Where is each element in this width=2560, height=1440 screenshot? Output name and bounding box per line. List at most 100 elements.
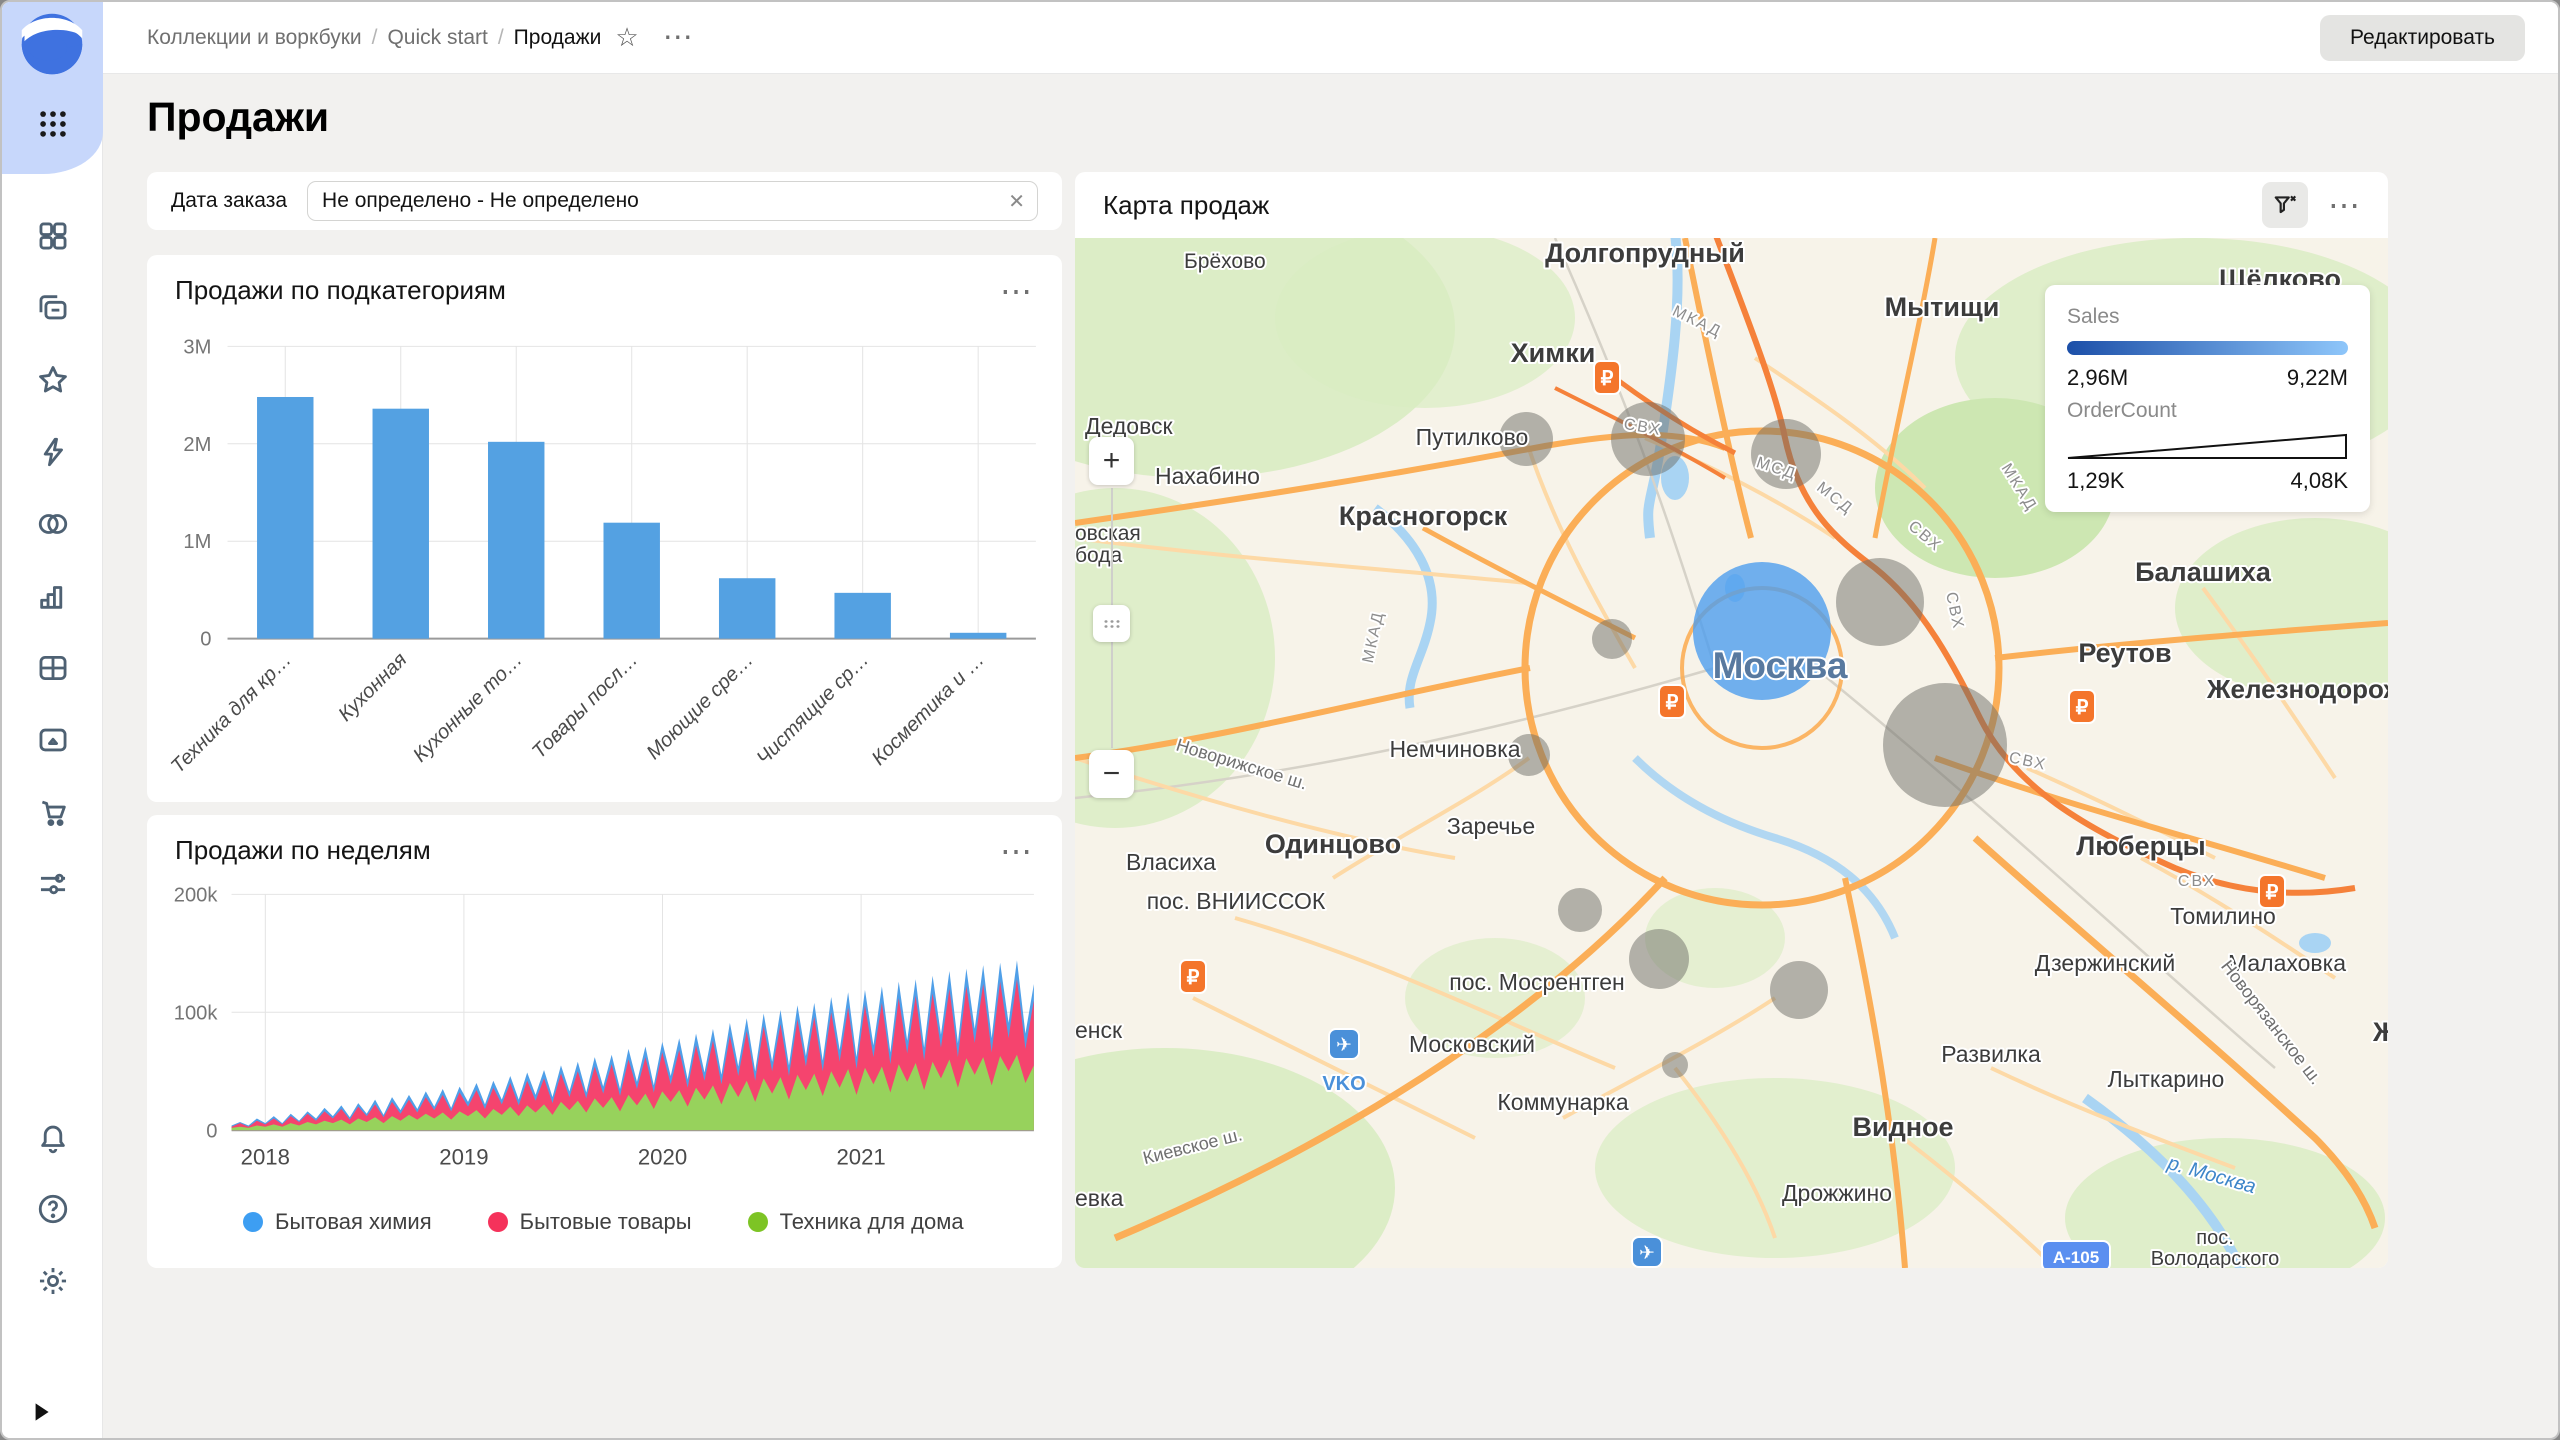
ordercount-wedge (2067, 433, 2348, 460)
svg-text:2021: 2021 (836, 1145, 885, 1170)
legend-item[interactable]: Техника для дома (748, 1209, 964, 1235)
legend-item[interactable]: Бытовая химия (243, 1209, 432, 1235)
zoom-in-button[interactable]: + (1089, 437, 1134, 485)
connections-icon[interactable] (36, 507, 70, 541)
quick-actions-icon[interactable] (36, 435, 70, 469)
map-place-label: Дрожжино (1782, 1180, 1892, 1206)
bar-chart-menu-icon[interactable]: ⋯ (1000, 281, 1034, 301)
map-place-label: Долгопрудный (1545, 238, 1745, 268)
dashboards-icon[interactable] (36, 651, 70, 685)
sales-gradient-bar (2067, 341, 2348, 355)
bar[interactable] (834, 593, 890, 639)
legend-label: Бытовая химия (275, 1209, 432, 1235)
svg-text:3M: 3M (183, 336, 211, 358)
sidebar-collapse-icon[interactable] (28, 1398, 54, 1426)
svg-text:✈: ✈ (1336, 1035, 1352, 1056)
map-place-label: Люберцы (2076, 831, 2206, 861)
datalens-logo-icon[interactable] (19, 11, 85, 77)
road-number-badge: А-105 (2042, 1241, 2110, 1268)
map-bubble[interactable] (1629, 929, 1689, 989)
map-bubble[interactable] (1770, 961, 1828, 1019)
map-place-label: пос. ВНИИССОК (1147, 888, 1326, 914)
date-filter-card: Дата заказа Не определено - Не определен… (147, 172, 1062, 230)
map-place-label: Ж (2372, 1017, 2388, 1047)
map-viewport[interactable]: ₽₽₽₽₽✈✈А-105 БрёховоДолгопрудныйМытищиЩё… (1075, 238, 2388, 1268)
date-filter-label: Дата заказа (171, 189, 287, 213)
sales-max: 9,22M (2287, 365, 2348, 391)
notifications-bell-icon[interactable] (36, 1120, 70, 1154)
bar[interactable] (373, 409, 429, 639)
map-bubble[interactable] (1662, 1052, 1688, 1078)
legend-ordercount-label: OrderCount (2067, 399, 2348, 423)
map-card: Карта продаж ⋯ (1075, 172, 2388, 1268)
breadcrumb-menu-icon[interactable]: ⋯ (663, 20, 695, 55)
bar-x-label: Кухонные то… (409, 649, 527, 767)
map-place-label: Развилка (1941, 1041, 2041, 1067)
map-place-label: Путилково (1416, 424, 1529, 450)
area-chart-menu-icon[interactable]: ⋯ (1000, 841, 1034, 861)
ordercount-max: 4,08K (2291, 468, 2349, 494)
map-menu-icon[interactable]: ⋯ (2328, 195, 2362, 215)
bar-x-label: Техника для кр… (167, 649, 296, 778)
map-filter-reset-button[interactable] (2262, 182, 2308, 228)
zoom-slider-handle[interactable] (1093, 605, 1130, 642)
date-filter-input[interactable]: Не определено - Не определено ✕ (307, 181, 1038, 221)
bar-chart-title: Продажи по подкатегориям (175, 275, 506, 306)
legend-label: Бытовые товары (520, 1209, 692, 1235)
bar[interactable] (488, 442, 544, 639)
bar-x-label: Косметика и … (868, 649, 989, 770)
svg-text:0: 0 (200, 629, 211, 651)
svg-text:1M: 1M (183, 531, 211, 553)
edit-button[interactable]: Редактировать (2320, 15, 2525, 61)
map-place-label: Балашиха (2135, 557, 2272, 587)
metro-ruble-icon: ₽ (1594, 361, 1620, 394)
svg-text:₽: ₽ (1601, 368, 1614, 390)
map-bubble[interactable] (1558, 888, 1602, 932)
settings-gear-icon[interactable] (36, 1264, 70, 1298)
map-place-label: Дедовск (1085, 413, 1174, 439)
bar-chart-card: Продажи по подкатегориям ⋯ 0 1M 2M 3M Техник… (147, 255, 1062, 802)
legend-dot-icon (243, 1212, 263, 1232)
map-place-label: Железнодорожн (2206, 674, 2388, 704)
collections-icon[interactable] (36, 291, 70, 325)
map-bubble[interactable] (1592, 619, 1632, 659)
favorites-icon[interactable] (36, 363, 70, 397)
map-place-label: Москва (1713, 645, 1848, 686)
drag-dots-icon (1103, 619, 1121, 629)
funnel-x-icon (2272, 192, 2298, 218)
help-icon[interactable] (36, 1192, 70, 1226)
bar[interactable] (603, 523, 659, 639)
charts-icon[interactable] (36, 579, 70, 613)
services-icon[interactable] (36, 867, 70, 901)
map-place-label: Мытищи (1885, 292, 2000, 322)
legend-sales-label: Sales (2067, 305, 2348, 329)
map-place-label: Реутов (2078, 638, 2171, 668)
apps-grid-icon[interactable] (36, 107, 70, 141)
navigation-icon[interactable] (36, 219, 70, 253)
zoom-out-button[interactable]: − (1089, 750, 1134, 798)
svg-text:2019: 2019 (439, 1145, 488, 1170)
breadcrumb-collections[interactable]: Коллекции и воркбуки (147, 26, 362, 50)
map-bubble[interactable] (1611, 402, 1685, 476)
svg-text:А-105: А-105 (2053, 1248, 2099, 1267)
map-bubble[interactable] (1836, 558, 1924, 646)
favorite-star-icon[interactable]: ☆ (615, 22, 638, 53)
area-chart: 20182019202020210100k200k (161, 876, 1048, 1199)
bar[interactable] (950, 633, 1006, 639)
bar[interactable] (257, 397, 313, 639)
marketplace-icon[interactable] (36, 795, 70, 829)
files-icon[interactable] (36, 723, 70, 757)
map-bubble[interactable] (1883, 683, 2007, 807)
metro-ruble-icon: ₽ (1180, 960, 1206, 993)
airport-icon: ✈ (1632, 1237, 1662, 1267)
map-place-label: бода (1075, 544, 1122, 567)
clear-filter-icon[interactable]: ✕ (1008, 189, 1025, 214)
area-chart-card: Продажи по неделям ⋯ 2018201920202021010… (147, 815, 1062, 1268)
breadcrumb-workbook[interactable]: Quick start (387, 26, 487, 50)
bar-x-label: Кухонная (334, 649, 411, 726)
legend-item[interactable]: Бытовые товары (488, 1209, 692, 1235)
bar[interactable] (719, 578, 775, 638)
svg-text:2M: 2M (183, 434, 211, 456)
map-place-label: Одинцово (1265, 829, 1401, 859)
svg-text:100k: 100k (174, 1002, 219, 1024)
